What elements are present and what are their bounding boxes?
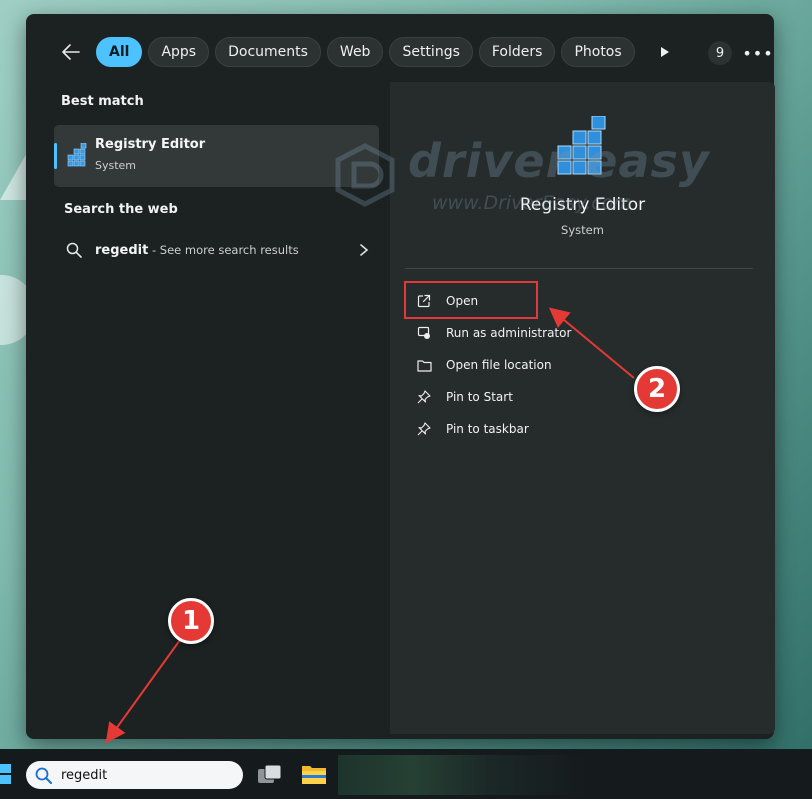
web-query-suffix: - See more search results	[148, 243, 299, 257]
open-external-icon	[416, 293, 432, 309]
action-run-as-admin-label: Run as administrator	[446, 326, 572, 340]
file-explorer-icon[interactable]	[301, 763, 327, 789]
action-open-file-location-label: Open file location	[446, 358, 552, 372]
detail-actions-list: Open Run as administrator Open file loca…	[416, 285, 571, 445]
search-web-heading: Search the web	[64, 202, 178, 217]
filter-chip-all[interactable]: All	[96, 37, 143, 67]
result-details-pane: Registry Editor System Open Run as admin…	[390, 82, 775, 734]
step-1-marker: 1	[168, 598, 214, 644]
taskbar	[0, 749, 812, 799]
action-open-label: Open	[446, 294, 479, 308]
task-view-icon[interactable]	[257, 764, 283, 788]
taskbar-pinned-apps-blurred	[338, 755, 588, 795]
step-2-marker: 2	[634, 366, 680, 412]
filter-chip-settings[interactable]: Settings	[389, 37, 473, 67]
action-run-as-admin[interactable]: Run as administrator	[416, 317, 571, 349]
action-pin-to-start[interactable]: Pin to Start	[416, 381, 571, 413]
registry-cube-large-icon	[554, 115, 610, 180]
detail-app-title: Registry Editor	[519, 195, 646, 215]
detail-divider	[405, 268, 753, 269]
filter-chip-folders[interactable]: Folders	[478, 37, 556, 67]
action-open[interactable]: Open	[416, 285, 571, 317]
windows-start-icon[interactable]	[0, 764, 12, 788]
selection-indicator	[54, 143, 57, 169]
registry-cube-icon	[66, 142, 88, 171]
action-pin-to-start-label: Pin to Start	[446, 390, 513, 404]
web-search-query: regedit - See more search results	[95, 243, 299, 258]
pin-icon	[416, 421, 432, 437]
action-pin-to-taskbar[interactable]: Pin to taskbar	[416, 413, 571, 445]
folder-icon	[416, 357, 432, 373]
filter-chip-photos[interactable]: Photos	[561, 37, 635, 67]
rewards-badge[interactable]: 9	[708, 41, 732, 65]
pin-icon	[416, 389, 432, 405]
shield-admin-icon	[416, 325, 432, 341]
chevron-right-icon	[359, 242, 369, 261]
best-match-heading: Best match	[61, 94, 144, 109]
action-pin-to-taskbar-label: Pin to taskbar	[446, 422, 529, 436]
best-match-app-type: System	[95, 159, 137, 172]
taskbar-search-input[interactable]	[61, 765, 231, 785]
web-query-text: regedit	[95, 243, 149, 258]
filter-chip-apps[interactable]: Apps	[148, 37, 210, 67]
search-filter-bar: All Apps Documents Web Settings Folders …	[56, 36, 679, 68]
action-open-file-location[interactable]: Open file location	[416, 349, 571, 381]
search-icon	[66, 242, 82, 262]
play-more-filters-icon[interactable]	[651, 37, 679, 67]
filter-chip-web[interactable]: Web	[326, 37, 384, 67]
search-icon	[35, 767, 52, 788]
best-match-result[interactable]: Registry Editor System	[54, 125, 379, 187]
web-search-result[interactable]: regedit - See more search results	[54, 234, 379, 268]
best-match-app-name: Registry Editor	[95, 137, 206, 152]
more-options-icon[interactable]: •••	[742, 41, 772, 65]
taskbar-search-box[interactable]	[26, 761, 243, 789]
filter-chip-documents[interactable]: Documents	[215, 37, 321, 67]
detail-app-subtitle: System	[561, 223, 604, 237]
back-arrow-icon[interactable]	[56, 37, 86, 67]
